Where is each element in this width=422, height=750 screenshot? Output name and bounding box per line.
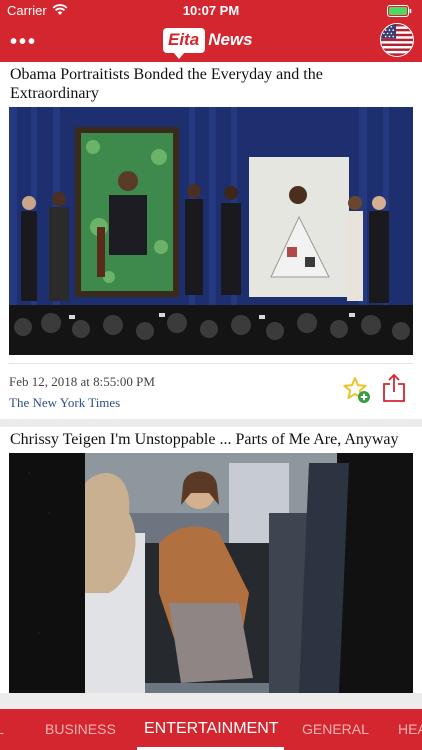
- article-image[interactable]: [9, 453, 413, 693]
- logo-badge: Eita: [163, 27, 206, 59]
- tab-partial-right[interactable]: HEA: [398, 721, 422, 737]
- card-separator: [0, 419, 422, 427]
- battery-icon: [387, 5, 412, 17]
- us-flag-icon[interactable]: [380, 23, 414, 57]
- share-icon[interactable]: [382, 373, 406, 403]
- add-favorite-icon[interactable]: [343, 376, 371, 404]
- more-dots-icon[interactable]: •••: [10, 32, 37, 52]
- tab-entertainment[interactable]: ENTERTAINMENT: [144, 720, 279, 738]
- tab-general[interactable]: GENERAL: [302, 721, 369, 737]
- article-image[interactable]: [9, 107, 413, 355]
- category-tab-bar: L BUSINESS ENTERTAINMENT GENERAL HEA: [0, 709, 422, 750]
- article-date: Feb 12, 2018 at 8:55:00 PM: [9, 374, 155, 389]
- logo-word: News: [208, 30, 253, 49]
- status-bar: Carrier 10:07 PM: [0, 0, 422, 22]
- article-meta: Feb 12, 2018 at 8:55:00 PM The New York …: [9, 363, 413, 419]
- article-card[interactable]: Obama Portraitists Bonded the Everyday a…: [0, 62, 422, 419]
- clock: 10:07 PM: [182, 3, 240, 18]
- tab-business[interactable]: BUSINESS: [45, 721, 116, 737]
- article-card[interactable]: Chrissy Teigen I'm Unstoppable ... Parts…: [0, 427, 422, 693]
- nav-row: ••• Eita News: [0, 22, 422, 62]
- news-feed[interactable]: Obama Portraitists Bonded the Everyday a…: [0, 62, 422, 709]
- article-title[interactable]: Obama Portraitists Bonded the Everyday a…: [0, 62, 422, 107]
- app-logo: Eita News: [163, 25, 253, 59]
- app-header: Carrier 10:07 PM ••• Eita News: [0, 0, 422, 62]
- tab-partial-left[interactable]: L: [0, 721, 4, 737]
- article-title[interactable]: Chrissy Teigen I'm Unstoppable ... Parts…: [0, 427, 422, 453]
- article-source[interactable]: The New York Times: [9, 395, 120, 411]
